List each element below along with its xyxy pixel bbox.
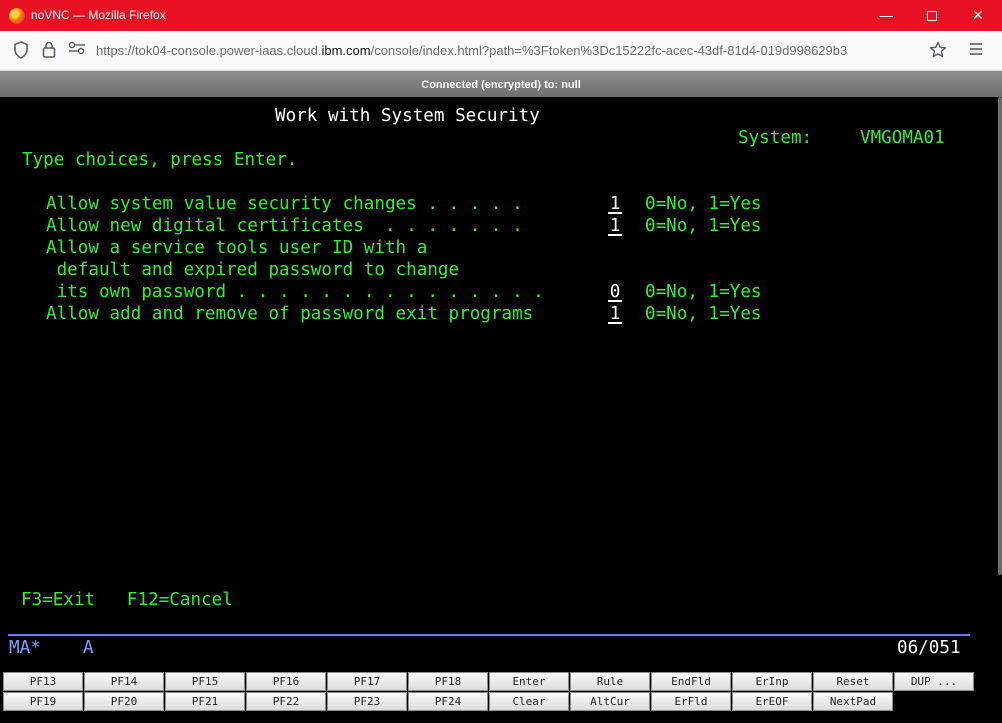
scrollbar[interactable] [996,97,1002,577]
firefox-logo-icon [9,8,25,24]
lock-icon[interactable] [39,41,59,61]
window-title: noVNC — Mozilla Firefox [31,8,166,22]
cursor-position: 06/051 [897,638,961,658]
option-hint: 0=No, 1=Yes [645,304,762,324]
option-label-digital-certificates: Allow new digital certificates . . . . .… [46,216,523,236]
key-reset[interactable]: Reset [813,672,893,691]
key-pf14[interactable]: PF14 [84,672,164,691]
key-pf23[interactable]: PF23 [327,692,407,711]
url-bar[interactable]: https://tok04-console.power-iaas.cloud.i… [96,43,847,58]
shield-icon[interactable] [11,41,31,61]
maximize-button[interactable] [909,0,955,31]
close-button[interactable]: ✕ [955,0,1001,31]
key-pf21[interactable]: PF21 [165,692,245,711]
key-pf18[interactable]: PF18 [408,672,488,691]
key-ereof[interactable]: ErEOF [732,692,812,711]
option-label-service-tools-line1: Allow a service tools user ID with a [46,238,428,258]
key-pf15[interactable]: PF15 [165,672,245,691]
key-clear[interactable]: Clear [489,692,569,711]
key-rule[interactable]: Rule [570,672,650,691]
scrollbar-thumb[interactable] [998,97,1002,575]
window-titlebar: noVNC — Mozilla Firefox — ✕ [0,0,1002,31]
key-pf13[interactable]: PF13 [3,672,83,691]
key-pf20[interactable]: PF20 [84,692,164,711]
system-name: VMGOMA01 [860,128,945,148]
option-input-digital-certificates[interactable]: 1 [608,215,622,236]
minimize-button[interactable]: — [863,0,909,31]
oia-separator [8,634,970,636]
key-pf17[interactable]: PF17 [327,672,407,691]
oia-mode: A [83,638,94,658]
key-pf24[interactable]: PF24 [408,692,488,711]
key-pf22[interactable]: PF22 [246,692,326,711]
key-dup[interactable]: DUP ... [894,672,974,691]
oia-status: MA* [9,638,41,658]
hamburger-menu-icon[interactable] [966,41,986,61]
star-icon[interactable] [928,41,948,61]
key-endfld[interactable]: EndFld [651,672,731,691]
url-domain: ibm.com [321,43,371,58]
maximize-icon [927,11,937,22]
option-hint: 0=No, 1=Yes [645,194,762,214]
option-input-service-tools[interactable]: 0 [608,281,622,302]
option-input-system-value[interactable]: 1 [608,193,622,214]
key-nextpad[interactable]: NextPad [813,692,893,711]
navigation-bar: https://tok04-console.power-iaas.cloud.i… [0,31,1002,71]
option-label-password-exit: Allow add and remove of password exit pr… [46,304,534,324]
terminal-screen[interactable]: Work with System Security System: VMGOMA… [0,97,1002,723]
key-altcur[interactable]: AltCur [570,692,650,711]
function-keys-legend: F3=Exit F12=Cancel [21,590,233,610]
option-hint: 0=No, 1=Yes [645,216,762,236]
system-label: System: [738,128,813,148]
key-erfld[interactable]: ErFld [651,692,731,711]
option-hint: 0=No, 1=Yes [645,282,762,302]
function-keypad: PF13 PF14 PF15 PF16 PF17 PF18 Enter Rule… [3,672,976,712]
key-enter[interactable]: Enter [489,672,569,691]
key-pf19[interactable]: PF19 [3,692,83,711]
option-label-system-value: Allow system value security changes . . … [46,194,523,214]
option-label-service-tools: its own password . . . . . . . . . . . .… [46,282,544,302]
key-pf16[interactable]: PF16 [246,672,326,691]
permissions-icon[interactable] [67,41,87,61]
url-prefix: https://tok04-console.power-iaas.cloud. [96,43,322,58]
screen-title: Work with System Security [275,106,540,126]
vnc-status-bar: Connected (encrypted) to: null [0,71,1002,97]
url-suffix: /console/index.html?path=%3Ftoken%3Dc152… [370,43,848,58]
option-label-service-tools-line2: default and expired password to change [46,260,460,280]
instruction-text: Type choices, press Enter. [22,150,298,170]
key-erinp[interactable]: ErInp [732,672,812,691]
option-input-password-exit[interactable]: 1 [608,303,622,324]
